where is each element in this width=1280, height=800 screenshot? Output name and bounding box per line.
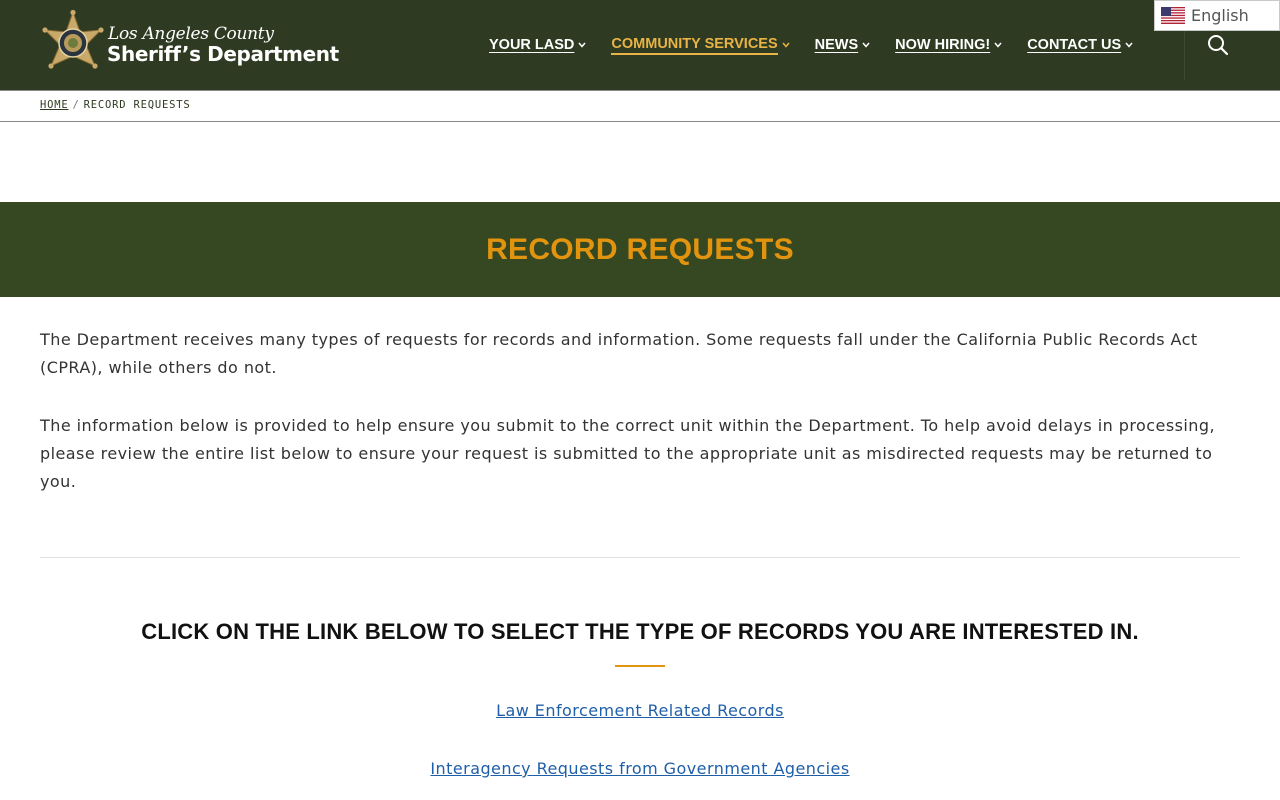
nav-your-lasd[interactable]: YOUR LASD xyxy=(489,37,586,53)
main-nav: YOUR LASD COMMUNITY SERVICES NEWS NOW HI… xyxy=(489,0,1158,90)
us-flag-icon xyxy=(1161,7,1185,24)
intro-paragraph: The information below is provided to hel… xyxy=(40,416,1216,491)
chevron-down-icon xyxy=(782,42,790,48)
intro-text: The Department receives many types of re… xyxy=(40,326,1240,526)
nav-label: NOW HIRING! xyxy=(895,37,991,53)
record-link-item: Interagency Requests from Government Age… xyxy=(0,759,1280,778)
page-banner: RECORD REQUESTS xyxy=(0,202,1280,297)
nav-contact-us[interactable]: CONTACT US xyxy=(1027,37,1133,53)
site-header: Los Angeles County Sheriff’s Department … xyxy=(0,0,1280,90)
intro-paragraph: The Department receives many types of re… xyxy=(40,330,1198,377)
breadcrumb-separator: / xyxy=(72,99,80,111)
breadcrumb-current: RECORD REQUESTS xyxy=(83,99,191,111)
records-heading: CLICK ON THE LINK BELOW TO SELECT THE TY… xyxy=(141,619,1139,644)
chevron-down-icon xyxy=(578,42,586,48)
chevron-down-icon xyxy=(1125,42,1133,48)
nav-news[interactable]: NEWS xyxy=(815,37,871,53)
chevron-down-icon xyxy=(862,42,870,48)
record-link-item: Law Enforcement Related Records xyxy=(0,701,1280,720)
breadcrumb-home-link[interactable]: HOME xyxy=(40,99,69,111)
breadcrumb: HOME / RECORD REQUESTS xyxy=(40,99,190,111)
chevron-down-icon xyxy=(994,42,1002,48)
nav-now-hiring[interactable]: NOW HIRING! xyxy=(895,37,1002,53)
nav-label: COMMUNITY SERVICES xyxy=(611,36,778,55)
logo-department-text: Sheriff’s Department xyxy=(107,42,339,66)
section-divider xyxy=(40,557,1240,558)
site-logo[interactable]: Los Angeles County Sheriff’s Department xyxy=(40,10,400,82)
heading-accent-rule xyxy=(615,665,665,667)
law-enforcement-records-link[interactable]: Law Enforcement Related Records xyxy=(496,701,784,720)
language-selector[interactable]: English xyxy=(1154,0,1280,31)
search-icon[interactable] xyxy=(1206,33,1230,57)
logo-county-text: Los Angeles County xyxy=(108,24,274,44)
page-title: RECORD REQUESTS xyxy=(486,232,794,266)
sheriff-star-badge-icon xyxy=(42,10,104,69)
nav-label: NEWS xyxy=(814,37,859,53)
language-label: English xyxy=(1191,6,1249,25)
breadcrumb-bar: HOME / RECORD REQUESTS xyxy=(0,90,1280,122)
nav-community-services[interactable]: COMMUNITY SERVICES xyxy=(611,36,790,55)
interagency-requests-link[interactable]: Interagency Requests from Government Age… xyxy=(430,759,849,778)
nav-label: CONTACT US xyxy=(1027,37,1122,53)
nav-label: YOUR LASD xyxy=(489,37,575,53)
